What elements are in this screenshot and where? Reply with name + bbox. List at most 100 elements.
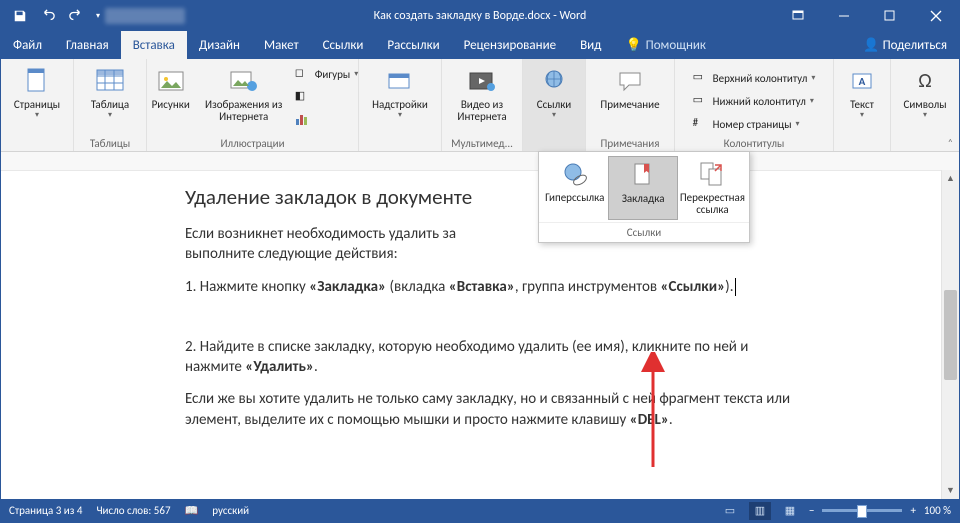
bookmark-button[interactable]: Закладка xyxy=(608,156,677,220)
symbols-button[interactable]: Ω Символы▾ xyxy=(895,63,955,119)
textbox-icon: A xyxy=(846,65,878,97)
view-web-layout[interactable]: ▦ xyxy=(779,502,801,520)
shapes-icon: ◻ xyxy=(295,66,311,82)
status-page[interactable]: Страница 3 из 4 xyxy=(9,504,82,517)
scroll-up-button[interactable]: ▲ xyxy=(942,170,959,187)
minimize-button[interactable] xyxy=(821,1,867,31)
zoom-out-button[interactable]: − xyxy=(809,504,814,517)
titlebar: ▾ Как создать закладку в Ворде.docx - Wo… xyxy=(1,1,959,31)
tab-view[interactable]: Вид xyxy=(568,31,613,59)
share-button[interactable]: 👤 Поделиться xyxy=(851,31,959,59)
lightbulb-icon: 💡 xyxy=(625,38,641,53)
bookmark-icon xyxy=(627,161,659,189)
paragraph-3: 2. Найдите в списке закладку, которую не… xyxy=(185,337,805,378)
cross-reference-button[interactable]: Перекрестная ссылка xyxy=(678,156,747,220)
smartart-icon: ◧ xyxy=(295,89,311,105)
collapse-ribbon-button[interactable]: ˄ xyxy=(948,136,953,149)
status-wordcount[interactable]: Число слов: 567 xyxy=(96,504,170,517)
window-controls xyxy=(775,1,959,31)
ribbon-display-button[interactable] xyxy=(775,1,821,31)
status-proofing-icon[interactable]: 📖 xyxy=(185,504,199,517)
zoom-slider[interactable] xyxy=(822,509,902,512)
addins-button[interactable]: Надстройки▾ xyxy=(363,63,437,119)
header-button[interactable]: ▭Верхний колонтитул ▾ xyxy=(689,67,820,89)
shapes-button[interactable]: ◻Фигуры ▾ xyxy=(291,63,363,85)
save-button[interactable] xyxy=(7,2,33,30)
tell-me[interactable]: 💡Помощник xyxy=(613,31,718,59)
globe-link-icon xyxy=(538,65,570,97)
group-header-footer: ▭Верхний колонтитул ▾ ▭Нижний колонтитул… xyxy=(675,59,834,151)
statusbar: Страница 3 из 4 Число слов: 567 📖 русски… xyxy=(1,499,959,522)
scroll-down-button[interactable]: ▼ xyxy=(942,482,959,499)
paragraph-4: Если же вы хотите удалить не только саму… xyxy=(185,389,805,430)
tab-mailings[interactable]: Рассылки xyxy=(375,31,451,59)
group-illustrations: Рисунки Изображения из Интернета ◻Фигуры… xyxy=(147,59,359,151)
comment-icon xyxy=(614,65,646,97)
table-button[interactable]: Таблица▾ xyxy=(78,63,142,119)
view-read-mode[interactable]: ▭ xyxy=(719,502,741,520)
close-button[interactable] xyxy=(913,1,959,31)
document-area: Удаление закладок в документе Если возни… xyxy=(1,152,959,499)
picture-icon xyxy=(155,65,187,97)
crossref-icon xyxy=(696,160,728,188)
group-tables: Таблица▾ Таблицы xyxy=(74,59,147,151)
tab-layout[interactable]: Макет xyxy=(252,31,311,59)
online-video-button[interactable]: Видео из Интернета xyxy=(446,63,518,122)
pagenum-icon: # xyxy=(693,116,709,132)
video-icon xyxy=(466,65,498,97)
links-dropdown-button[interactable]: Ссылки▾ xyxy=(527,63,581,119)
dropdown-footer: Ссылки xyxy=(539,222,749,242)
share-icon: 👤 xyxy=(863,38,879,53)
illus-small-buttons: ◻Фигуры ▾ ◧ xyxy=(291,63,363,131)
online-picture-icon xyxy=(228,65,260,97)
chart-button[interactable] xyxy=(291,109,363,131)
zoom-level[interactable]: 100 % xyxy=(924,504,951,517)
account-area[interactable] xyxy=(105,8,185,24)
tab-insert[interactable]: Вставка xyxy=(121,31,187,59)
svg-text:A: A xyxy=(859,75,866,88)
pages-button[interactable]: Страницы▾ xyxy=(5,63,69,119)
omega-icon: Ω xyxy=(909,65,941,97)
ribbon-tabs: Файл Главная Вставка Дизайн Макет Ссылки… xyxy=(1,31,959,59)
group-addins: Надстройки▾ xyxy=(359,59,442,151)
text-button[interactable]: A Текст▾ xyxy=(838,63,886,119)
hyperlink-button[interactable]: Гиперссылка xyxy=(541,156,608,220)
footer-icon: ▭ xyxy=(693,93,709,109)
redo-button[interactable] xyxy=(63,2,89,30)
view-print-layout[interactable]: ▥ xyxy=(749,502,771,520)
paragraph-2: 1. Нажмите кнопку «Закладка» (вкладка «В… xyxy=(185,277,805,297)
tab-references[interactable]: Ссылки xyxy=(311,31,376,59)
addins-icon xyxy=(384,65,416,97)
page-number-button[interactable]: #Номер страницы ▾ xyxy=(689,113,820,135)
status-language[interactable]: русский xyxy=(212,504,249,517)
online-pictures-button[interactable]: Изображения из Интернета xyxy=(201,63,287,122)
group-media: Видео из Интернета Мультимед... xyxy=(442,59,523,151)
quick-access-toolbar: ▾ xyxy=(1,2,105,30)
undo-button[interactable] xyxy=(35,2,61,30)
comment-button[interactable]: Примечание xyxy=(590,63,670,111)
smartart-button[interactable]: ◧ xyxy=(291,86,363,108)
document-page[interactable]: Удаление закладок в документе Если возни… xyxy=(1,170,941,499)
chart-icon xyxy=(295,112,311,128)
hyperlink-icon xyxy=(559,160,591,188)
table-icon xyxy=(94,65,126,97)
group-comments: Примечание Примечания xyxy=(586,59,675,151)
maximize-button[interactable] xyxy=(867,1,913,31)
ribbon: Страницы▾ Таблица▾ Таблицы Рисунки xyxy=(1,59,959,152)
ruler[interactable] xyxy=(1,152,959,171)
tab-review[interactable]: Рецензирование xyxy=(452,31,568,59)
app-window: ▾ Как создать закладку в Ворде.docx - Wo… xyxy=(0,0,960,523)
zoom-in-button[interactable]: + xyxy=(910,504,915,517)
page-icon xyxy=(21,65,53,97)
links-dropdown-panel: Гиперссылка Закладка Перекрестная ссылка… xyxy=(538,151,750,243)
group-links: Ссылки▾ xyxy=(523,59,586,151)
qat-more-button[interactable]: ▾ xyxy=(91,2,105,30)
vertical-scrollbar[interactable]: ▲ ▼ xyxy=(941,170,959,499)
pictures-button[interactable]: Рисунки xyxy=(143,63,199,111)
tab-design[interactable]: Дизайн xyxy=(187,31,252,59)
footer-button[interactable]: ▭Нижний колонтитул ▾ xyxy=(689,90,820,112)
group-pages: Страницы▾ xyxy=(1,59,74,151)
scroll-thumb[interactable] xyxy=(944,290,957,380)
tab-home[interactable]: Главная xyxy=(54,31,121,59)
tab-file[interactable]: Файл xyxy=(1,31,54,59)
